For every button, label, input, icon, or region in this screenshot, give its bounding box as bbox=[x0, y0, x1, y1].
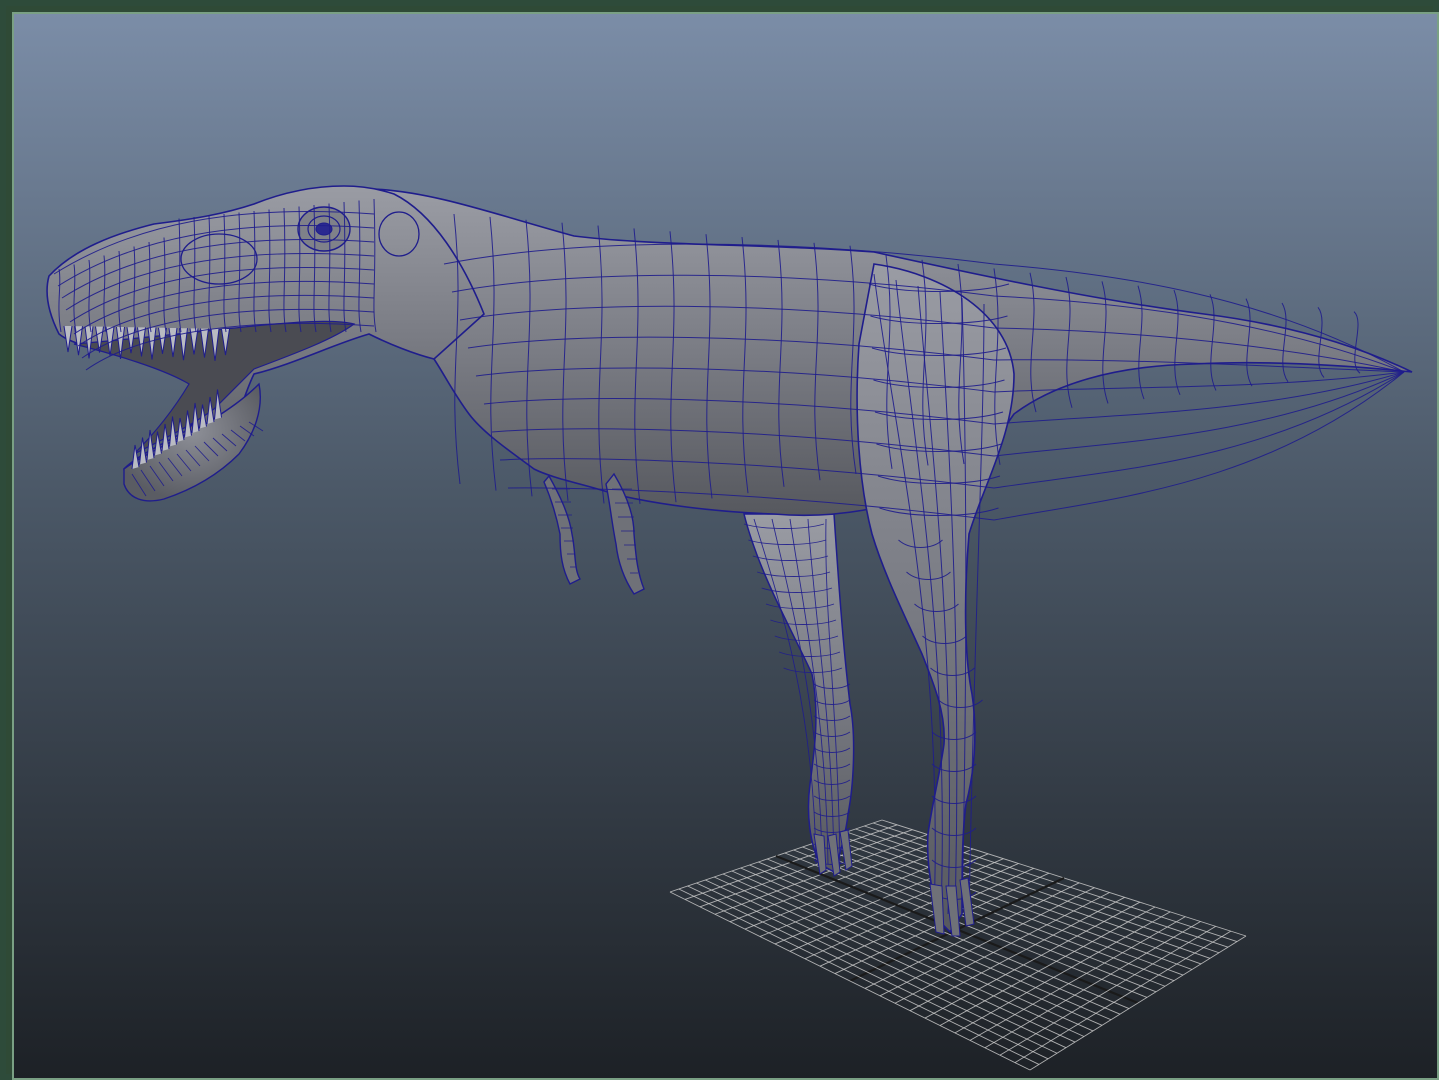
eye bbox=[297, 206, 351, 252]
scene-canvas[interactable] bbox=[14, 14, 1437, 1078]
viewport-background bbox=[14, 14, 1437, 1078]
viewport-frame bbox=[0, 0, 1439, 1080]
perspective-viewport[interactable] bbox=[12, 12, 1439, 1080]
